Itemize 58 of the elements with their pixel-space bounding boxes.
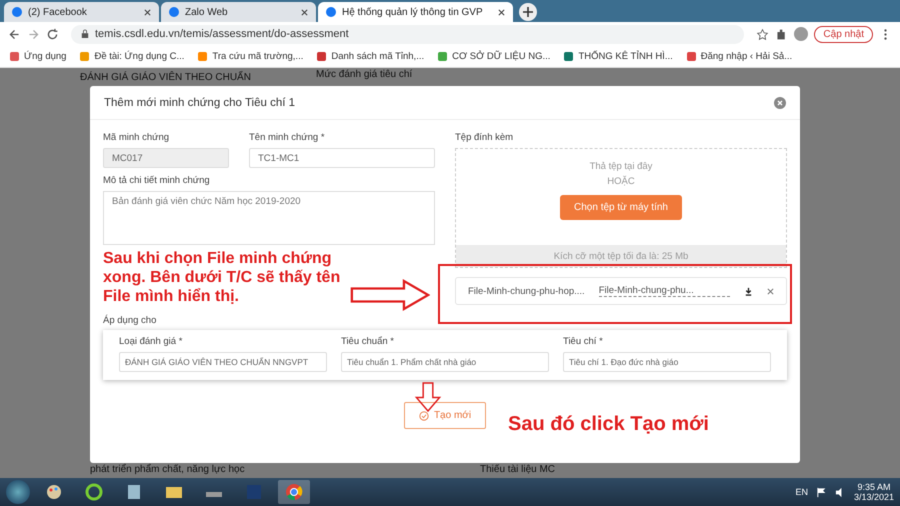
back-icon[interactable] xyxy=(8,28,21,40)
right-arrow-icon xyxy=(350,279,430,311)
download-icon[interactable] xyxy=(744,286,753,296)
bookmark-item[interactable]: Đề tài: Ứng dụng C... xyxy=(80,51,184,62)
start-button[interactable] xyxy=(6,480,30,504)
star-icon[interactable] xyxy=(756,28,770,40)
field-label: Tiêu chuẩn * xyxy=(341,336,395,347)
annotation-text: Sau khi chọn File minh chứng xong. Bên dưới T/C sẽ thấy tên File mình hiển thị. xyxy=(103,249,342,306)
update-button[interactable]: Cập nhật xyxy=(814,26,873,42)
field-label: Loại đánh giá * xyxy=(119,336,184,347)
field-label: Mã minh chứng xyxy=(103,132,170,143)
tab-favicon-icon xyxy=(326,7,336,17)
field-label: Tên minh chứng * xyxy=(249,132,326,143)
tab-favicon-icon xyxy=(12,7,22,17)
or-text: HOẶC xyxy=(607,176,635,187)
bookmark-item[interactable]: THỐNG KÊ TỈNH HÌ... xyxy=(564,51,673,62)
close-icon[interactable] xyxy=(144,8,151,16)
bookmark-item[interactable]: Danh sách mã Tỉnh,... xyxy=(317,51,424,62)
field-label: Tiêu chí * xyxy=(563,336,604,347)
avatar-icon[interactable] xyxy=(794,27,808,41)
select-field[interactable]: Tiêu chuẩn 1. Phẩm chất nhà giáo xyxy=(341,352,549,372)
file-name: File-Minh-chung-phu-hop.... xyxy=(468,286,585,296)
address-field[interactable]: temis.csdl.edu.vn/temis/assessment/do-assessment xyxy=(71,24,744,44)
name-field[interactable]: TC1-MC1 xyxy=(249,148,435,168)
close-icon[interactable] xyxy=(498,8,505,16)
browser-tab[interactable]: (2) Facebook xyxy=(4,2,159,22)
bookmark-item[interactable]: Ứng dụng xyxy=(10,51,66,62)
new-tab-button[interactable] xyxy=(519,3,537,21)
bookmark-item[interactable]: CƠ SỞ DỮ LIỆU NG... xyxy=(438,51,550,62)
page-heading: ĐÁNH GIÁ GIÁO VIÊN THEO CHUẨN xyxy=(80,72,251,83)
column-header: Mức đánh giá tiêu chí xyxy=(316,69,412,80)
modal-title: Thêm mới minh chứng cho Tiêu chí 1 xyxy=(104,96,296,108)
flag-icon[interactable] xyxy=(816,486,827,498)
select-field[interactable]: Tiêu chí 1. Đạo đức nhà giáo xyxy=(563,352,771,372)
close-icon[interactable] xyxy=(301,8,308,16)
chrome-icon[interactable] xyxy=(278,480,310,504)
annotation-text: Sau đó click Tạo mới xyxy=(508,412,710,437)
browser-tab[interactable]: Zalo Web xyxy=(161,2,316,22)
size-note: Kích cỡ một tệp tối đa là: 25 Mb xyxy=(456,245,786,267)
browser-tab[interactable]: Hệ thống quản lý thông tin GVP xyxy=(318,2,513,22)
drop-text: Thả tệp tại đây xyxy=(590,161,652,172)
clock[interactable]: 9:35 AM 3/13/2021 xyxy=(854,482,894,502)
field-label: Tệp đính kèm xyxy=(455,132,514,143)
tab-favicon-icon xyxy=(169,7,179,17)
check-icon xyxy=(418,410,429,420)
bookmark-item[interactable]: Tra cứu mã trường,... xyxy=(198,51,304,62)
file-link[interactable]: File-Minh-chung-phu... xyxy=(598,285,730,297)
language-indicator[interactable]: EN xyxy=(795,487,808,497)
status-text: Thiếu tài liệu MC xyxy=(480,464,556,475)
section-label: Áp dụng cho xyxy=(103,315,158,326)
reload-icon[interactable] xyxy=(46,28,59,40)
row-text: phát triển phẩm chất, năng lực học xyxy=(90,464,245,475)
remove-icon[interactable] xyxy=(767,288,774,294)
select-field[interactable]: ĐÁNH GIÁ GIÁO VIÊN THEO CHUẨN NNGVPT xyxy=(119,352,327,372)
bookmark-item[interactable]: Đăng nhập ‹ Hải Sả... xyxy=(686,51,792,62)
field-label: Mô tả chi tiết minh chứng xyxy=(103,175,211,186)
description-field[interactable]: Bản đánh giá viên chức Năm học 2019-2020 xyxy=(103,191,435,245)
lock-icon xyxy=(81,29,89,39)
